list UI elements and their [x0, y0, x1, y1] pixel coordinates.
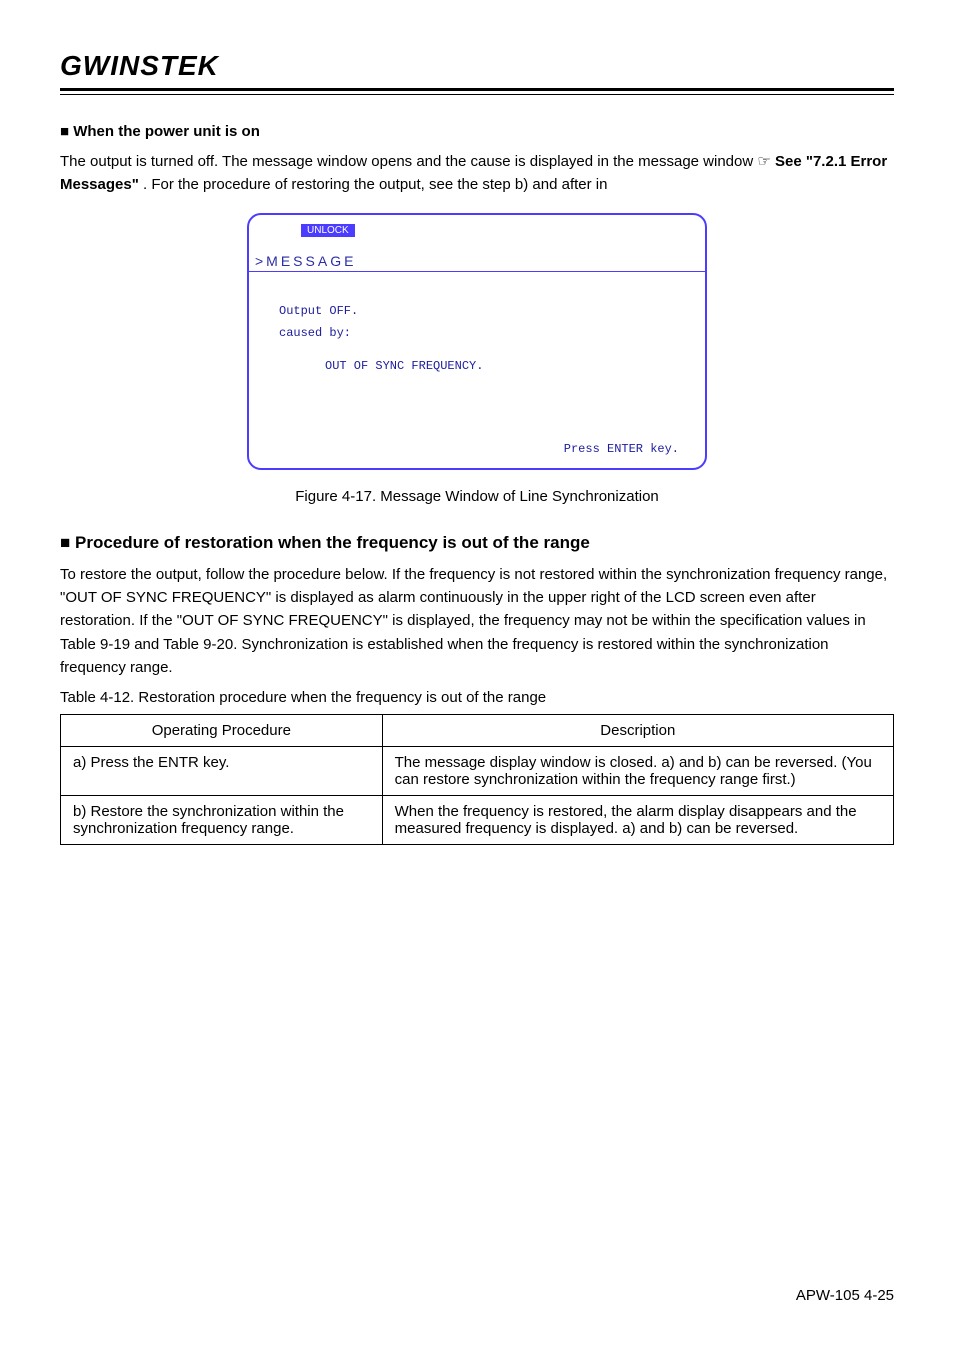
table-header-description: Description [382, 715, 893, 747]
figure-footer: Press ENTER key. [255, 442, 699, 456]
message-window-figure: UNLOCK >MESSAGE Output OFF. caused by: O… [247, 213, 707, 470]
figure-line2: caused by: [279, 322, 699, 345]
brand-logo: GWINSTEK [60, 50, 894, 91]
power-text-d: . For the procedure of restoring the out… [139, 176, 608, 193]
pointing-hand-icon: ☞ [757, 150, 770, 173]
restore-code-2: OUT OF SYNC FREQUENCY [182, 612, 383, 629]
table-cell-description: When the frequency is restored, the alar… [382, 796, 893, 845]
restore-code-1: OUT OF SYNC FREQUENCY [65, 589, 266, 606]
see-close-quote: " [132, 176, 139, 193]
power-status-heading: ■ When the power unit is on [60, 123, 894, 140]
table-cell-procedure: b) Restore the synchronization within th… [61, 796, 383, 845]
table-row: b) Restore the synchronization within th… [61, 796, 894, 845]
power-text-a: The output is turned off. The message wi… [60, 153, 757, 170]
figure-line1: Output OFF. [279, 300, 699, 323]
restore-paragraph: To restore the output, follow the proced… [60, 563, 894, 679]
figure-body: Output OFF. caused by: OUT OF SYNC FREQU… [255, 272, 699, 388]
see-label: See " [775, 153, 813, 170]
figure-message-title: >MESSAGE [249, 253, 705, 269]
restore-heading: ■ Procedure of restoration when the freq… [60, 533, 894, 553]
restoration-table: Operating Procedure Description a) Press… [60, 714, 894, 845]
unlock-badge: UNLOCK [301, 224, 355, 237]
table-row: a) Press the ENTR key. The message displ… [61, 747, 894, 796]
page-number: APW-105 4-25 [796, 1287, 894, 1304]
power-paragraph: The output is turned off. The message wi… [60, 150, 894, 197]
table-cell-description: The message display window is closed. a)… [382, 747, 893, 796]
figure-cause: OUT OF SYNC FREQUENCY. [325, 355, 699, 378]
table-intro: Table 4-12. Restoration procedure when t… [60, 689, 894, 706]
table-header-row: Operating Procedure Description [61, 715, 894, 747]
table-cell-procedure: a) Press the ENTR key. [61, 747, 383, 796]
figure-caption: Figure 4-17. Message Window of Line Sync… [60, 488, 894, 505]
table-header-procedure: Operating Procedure [61, 715, 383, 747]
header-divider [60, 94, 894, 95]
